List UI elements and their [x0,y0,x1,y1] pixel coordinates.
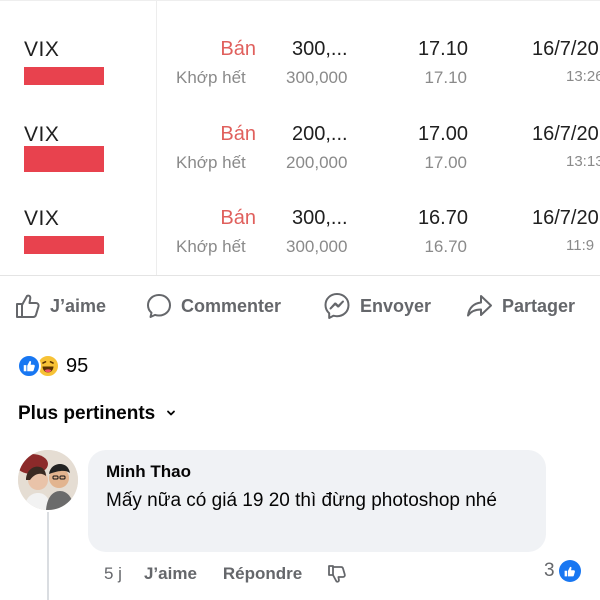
comment-meta: 5 j J’aime Répondre [104,562,348,586]
redaction-bar [24,236,104,254]
order-status: Khớp hết [176,153,246,172]
stock-symbol: VIX [24,38,60,61]
comment-like-button[interactable]: J’aime [144,564,197,584]
like-label: J’aime [50,295,107,316]
comment-sort-dropdown[interactable]: Plus pertinents [18,403,177,425]
share-label: Partager [502,295,576,316]
order-date: 16/7/20 [532,207,599,229]
filled-price: 16.70 [424,237,467,256]
like-reaction-icon [558,560,581,582]
avatar[interactable] [18,450,78,510]
stock-symbol: VIX [24,207,60,230]
order-time: 11:9 [566,237,595,254]
reaction-summary[interactable]: 95 [17,352,88,380]
order-price: 17.10 [417,38,468,60]
trade-row: VIX Bán Khớp hết 300,... 300,000 16.70 1… [0,207,600,276]
order-time: 13:26 [566,68,600,85]
order-price: 16.70 [417,207,468,229]
chevron-down-icon [165,403,177,425]
order-date: 16/7/20 [532,123,599,145]
filled-quantity: 300,000 [286,237,348,256]
image-bottom-border [0,275,600,276]
redaction-bar [24,146,104,172]
order-side: Bán [220,207,256,229]
comment-button[interactable]: Commenter [145,286,281,326]
filled-quantity: 300,000 [286,68,348,87]
order-quantity: 200,... [292,123,348,145]
comment-reply-button[interactable]: Répondre [223,564,302,584]
order-side: Bán [220,38,256,60]
comment-bubble: Minh Thao Mấy nữa có giá 19 20 thì đừng … [88,450,546,552]
post-action-bar: J’aime Commenter Envoyer Partager [0,286,600,326]
like-reaction-icon [17,354,41,378]
like-button[interactable]: J’aime [14,286,106,326]
send-label: Envoyer [360,295,432,316]
trade-row: VIX Bán Khớp hết 200,... 200,000 17.00 1… [0,123,600,203]
trade-history-image[interactable]: VIX Bán Khớp hết 300,... 300,000 17.10 1… [0,0,600,276]
comment-label: Commenter [181,295,282,316]
redaction-bar [24,67,104,85]
comment-age[interactable]: 5 j [104,564,122,584]
share-button[interactable]: Partager [464,286,575,326]
reaction-count: 95 [66,354,89,377]
order-side: Bán [220,123,256,145]
filled-price: 17.10 [424,68,467,87]
order-status: Khớp hết [176,237,246,256]
share-arrow-icon [464,292,494,320]
send-button[interactable]: Envoyer [322,286,431,326]
order-status: Khớp hết [176,68,246,87]
thumbs-up-icon [14,292,42,320]
comment-bubble-icon [145,292,173,320]
comment-reactions[interactable]: 3 [544,560,581,582]
filled-price: 17.00 [424,153,467,172]
comment-author[interactable]: Minh Thao [106,462,528,482]
trade-row: VIX Bán Khớp hết 300,... 300,000 17.10 1… [0,38,600,118]
filled-quantity: 200,000 [286,153,348,172]
sort-label: Plus pertinents [18,403,156,424]
comment-reaction-count: 3 [544,560,555,581]
facebook-post: VIX Bán Khớp hết 300,... 300,000 17.10 1… [0,0,600,600]
order-date: 16/7/20 [532,38,599,60]
stock-symbol: VIX [24,123,60,146]
order-price: 17.00 [417,123,468,145]
dislike-icon[interactable] [326,563,348,585]
reply-thread-line [47,512,49,600]
order-time: 13:13 [566,153,600,170]
comment-text: Mấy nữa có giá 19 20 thì đừng photoshop … [106,490,497,511]
order-quantity: 300,... [292,38,348,60]
messenger-icon [322,291,352,321]
order-quantity: 300,... [292,207,348,229]
